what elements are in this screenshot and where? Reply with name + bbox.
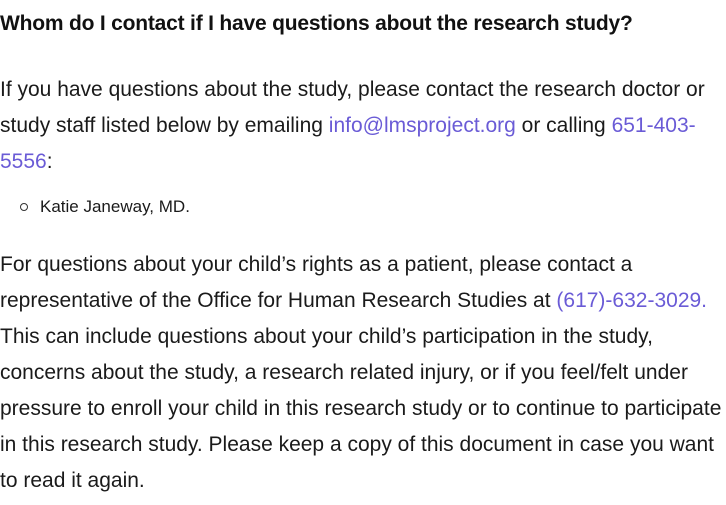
contact-list: Katie Janeway, MD. [0, 194, 726, 220]
contact-text-middle: or calling [515, 114, 612, 137]
document-content: Whom do I contact if I have questions ab… [0, 0, 726, 499]
rights-text-intro: For questions about your child’s rights … [0, 253, 633, 312]
rights-text-body: This can include questions about your ch… [0, 325, 722, 492]
contact-name: Katie Janeway, MD. [40, 197, 190, 216]
contact-paragraph: If you have questions about the study, p… [0, 72, 726, 180]
ohrs-phone-link[interactable]: (617)-632-3029. [556, 289, 707, 312]
list-item: Katie Janeway, MD. [20, 194, 726, 220]
rights-paragraph: For questions about your child’s rights … [0, 247, 726, 499]
contact-text-end: : [46, 150, 53, 173]
circle-bullet-icon [20, 203, 28, 211]
section-heading: Whom do I contact if I have questions ab… [0, 12, 633, 35]
email-link[interactable]: info@lmsproject.org [329, 114, 516, 137]
